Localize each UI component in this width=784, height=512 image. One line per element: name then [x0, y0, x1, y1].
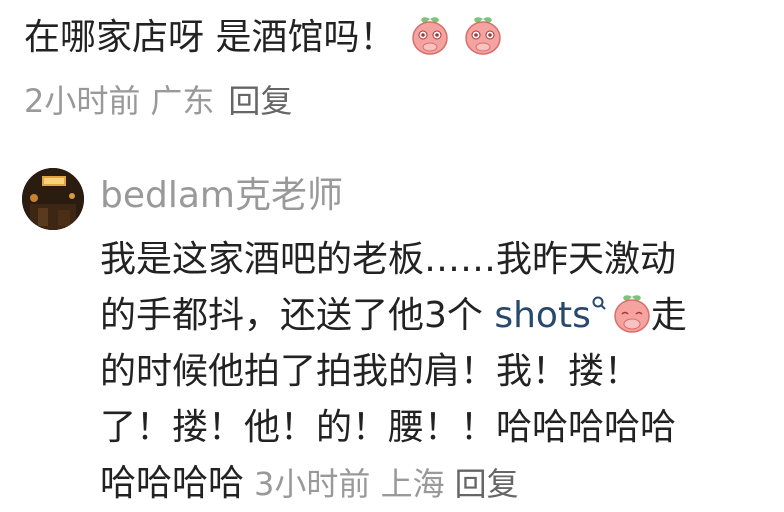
reply-button[interactable]: 回复: [228, 82, 292, 120]
shots-link[interactable]: shots: [494, 295, 590, 336]
top-comment-text: 在哪家店呀 是酒馆吗！: [24, 17, 396, 58]
top-comment-meta: 2小时前 广东 回复: [24, 76, 292, 126]
shy-peach-emoji-icon: [412, 17, 448, 55]
reply-line-3: 的时候他拍了拍我的肩！我！搂！: [100, 351, 641, 392]
reply-line-2-end: 走: [650, 295, 687, 336]
comment-time: 2小时前: [24, 82, 141, 120]
reply-button[interactable]: 回复: [455, 465, 519, 503]
reply-line-4: 了！搂！他！的！腰！！哈哈哈哈哈: [100, 407, 677, 448]
bar-photo-avatar-icon: [22, 168, 84, 230]
search-icon: [592, 296, 606, 310]
reply-line-5-text: 哈哈哈哈: [100, 463, 245, 504]
shy-peach-emoji-icon: [465, 17, 502, 55]
comment-location: 广东: [150, 82, 215, 120]
reply-line-5: 哈哈哈哈 3小时前 上海 回复: [100, 456, 780, 512]
shy-peach-emoji-icon: [614, 295, 650, 333]
reply-line-2: 的手都抖，还送了他3个 shots 走: [100, 288, 780, 344]
reply-comment-time: 3小时前: [254, 465, 371, 503]
avatar[interactable]: [22, 168, 84, 230]
top-comment: 在哪家店呀 是酒馆吗！: [24, 8, 502, 68]
reply-line-2-text: 的手都抖，还送了他3个: [100, 295, 495, 336]
reply-comment-location: 上海: [380, 465, 445, 503]
reply-line-1: 我是这家酒吧的老板……我昨天激动: [100, 239, 677, 280]
reply-comment-meta: 3小时前 上海 回复: [254, 465, 519, 503]
username[interactable]: bedlam克老师: [100, 168, 343, 224]
reply-comment-text: 我是这家酒吧的老板……我昨天激动 的手都抖，还送了他3个 shots 走 的时候…: [100, 232, 780, 512]
